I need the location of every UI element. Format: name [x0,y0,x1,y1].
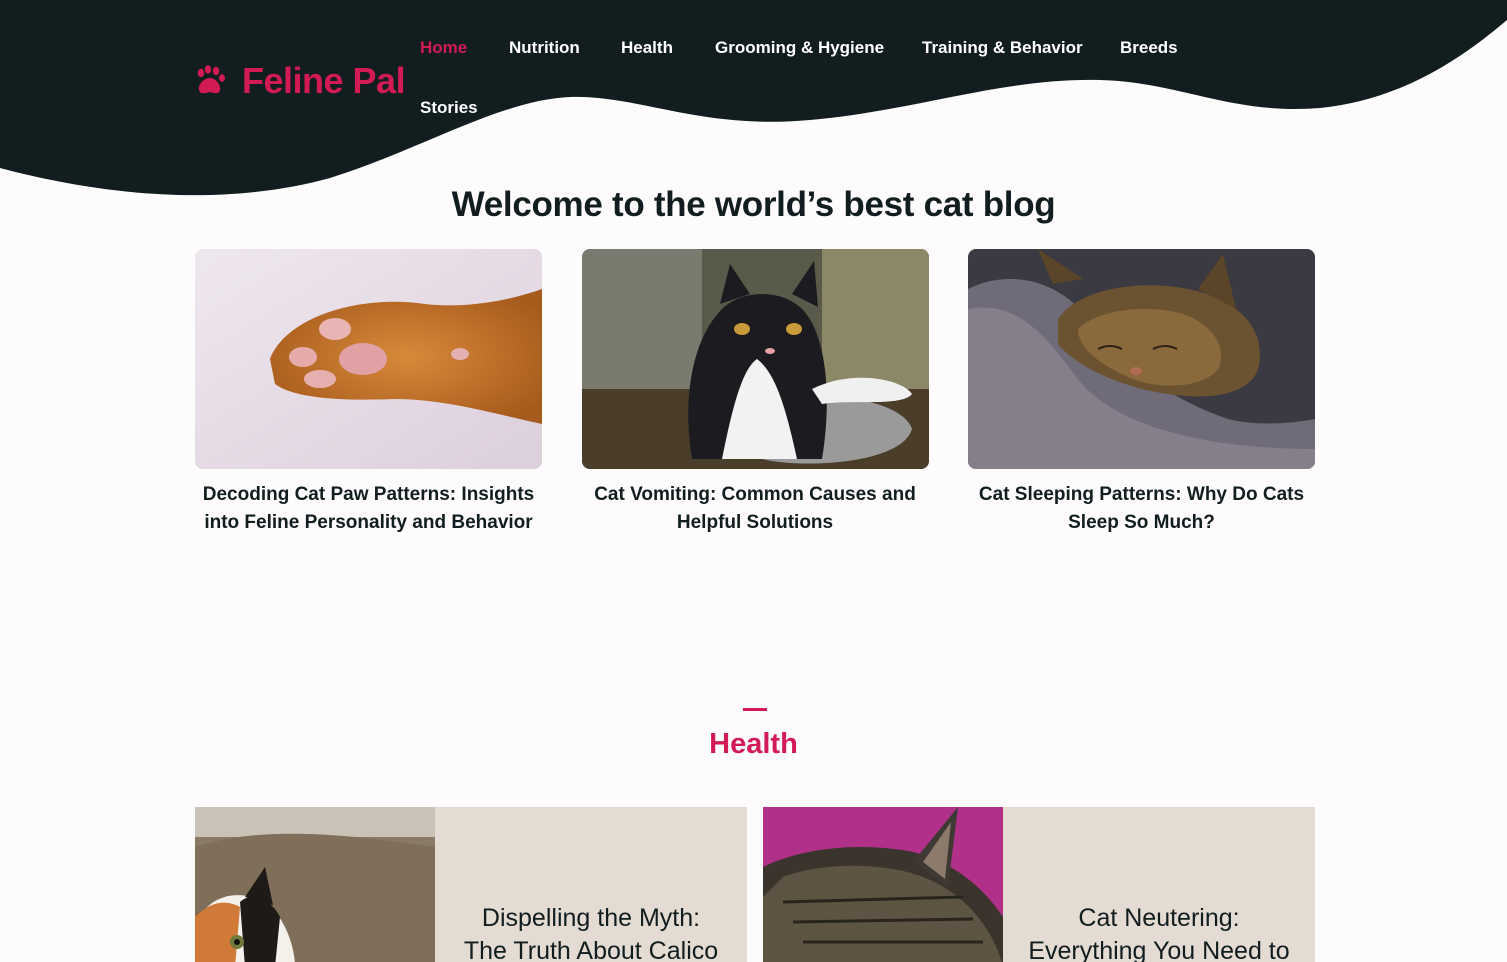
health-post-title-line[interactable]: The Truth About Calico [455,935,727,962]
featured-card[interactable]: Cat Vomiting: Common Causes and Helpful … [581,249,929,537]
nav-grooming-hygiene[interactable]: Grooming & Hygiene [715,38,884,58]
calico-cat-image[interactable] [195,807,435,962]
nav-nutrition[interactable]: Nutrition [509,38,580,58]
nav-home[interactable]: Home [420,38,467,58]
paw-icon [197,65,225,94]
featured-card-title[interactable]: Decoding Cat Paw Patterns: Insights into… [195,481,542,537]
nav-breeds[interactable]: Breeds [1120,38,1178,58]
health-post-card[interactable]: Dispelling the Myth: The Truth About Cal… [195,807,747,962]
health-post-card[interactable]: Cat Neutering: Everything You Need to [763,807,1315,962]
health-post-title-line[interactable]: Dispelling the Myth: [455,902,727,935]
header-background [0,0,1507,196]
site-logo[interactable]: Feline Pal [194,60,406,102]
featured-posts: Decoding Cat Paw Patterns: Insights into… [195,249,1315,537]
nav-health[interactable]: Health [621,38,673,58]
featured-card[interactable]: Decoding Cat Paw Patterns: Insights into… [195,249,542,537]
orange-cat-paw-image[interactable] [195,249,542,469]
sleeping-tabby-image[interactable] [968,249,1315,469]
tabby-cat-image[interactable] [763,807,1003,962]
section-divider [743,708,767,711]
black-white-cat-image[interactable] [581,249,929,469]
site-name: Feline Pal [242,60,406,101]
page-heading: Welcome to the world’s best cat blog [451,185,1056,224]
featured-card-title[interactable]: Cat Vomiting: Common Causes and Helpful … [582,481,929,537]
health-section-title: Health [709,728,798,760]
nav-training-behavior[interactable]: Training & Behavior [922,38,1083,58]
health-post-title-line[interactable]: Cat Neutering: [1023,902,1295,935]
nav-stories[interactable]: Stories [420,98,478,118]
featured-card[interactable]: Cat Sleeping Patterns: Why Do Cats Sleep… [968,249,1315,537]
featured-card-title[interactable]: Cat Sleeping Patterns: Why Do Cats Sleep… [968,481,1315,537]
health-post-title-line[interactable]: Everything You Need to [1023,935,1295,962]
